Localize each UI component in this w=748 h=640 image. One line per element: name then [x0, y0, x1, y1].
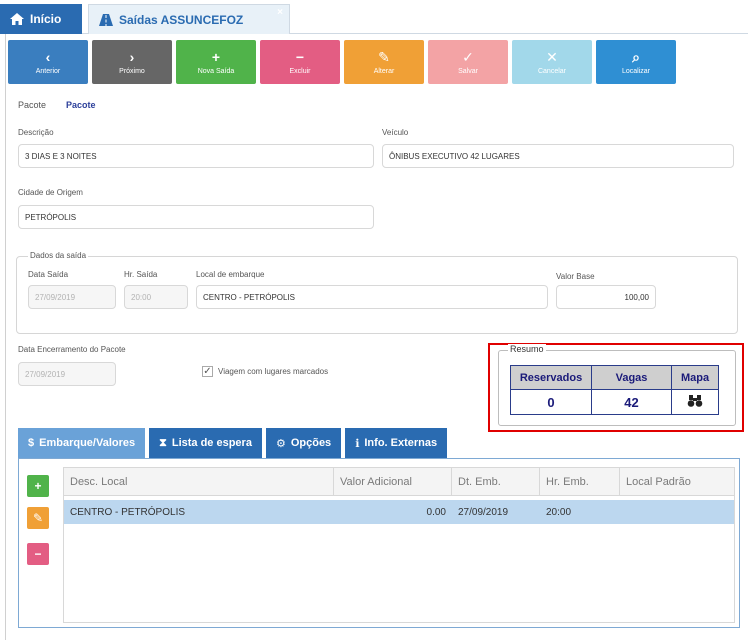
hr-saida-field[interactable]: 20:00: [124, 285, 188, 309]
cell-desc-local: CENTRO - PETRÓPOLIS: [70, 506, 186, 518]
toolbar: ‹ Anterior › Próximo + Nova Saída − Excluir ✎ Alt…: [8, 40, 680, 84]
embarque-panel: Desc. Local Valor Adicional Dt. Emb. Hr. Em…: [18, 458, 740, 628]
encerramento-label: Data Encerramento do Pacote: [18, 345, 126, 354]
local-embarque-field[interactable]: CENTRO - PETRÓPOLIS: [196, 285, 548, 309]
close-icon[interactable]: ×: [277, 7, 283, 18]
search-button[interactable]: ⌕ Localizar: [596, 40, 676, 84]
column-header-dt-emb[interactable]: Dt. Emb.: [452, 468, 540, 496]
new-departure-button[interactable]: + Nova Saída: [176, 40, 256, 84]
pacote-label: Pacote: [18, 100, 47, 110]
valor-base-label: Valor Base: [556, 272, 595, 281]
viagem-label: Viagem com lugares marcados: [218, 367, 329, 376]
info-icon: ℹ: [355, 437, 360, 450]
grid-header: Desc. Local Valor Adicional Dt. Emb. Hr. Em…: [64, 468, 734, 496]
edit-button-label: Alterar: [373, 67, 395, 75]
delete-row-button[interactable]: −: [27, 543, 49, 565]
resumo-reservados-value: 0: [510, 389, 592, 415]
close-icon: ✕: [546, 48, 558, 65]
cell-local-padrao: [620, 500, 736, 524]
embarque-grid: Desc. Local Valor Adicional Dt. Emb. Hr. Em…: [63, 467, 735, 623]
pacote-link[interactable]: Pacote: [66, 100, 96, 110]
home-icon: [10, 13, 24, 25]
edit-button[interactable]: ✎ Alterar: [344, 40, 424, 84]
tab-home[interactable]: Início: [0, 4, 82, 34]
cancel-button[interactable]: ✕ Cancelar: [512, 40, 592, 84]
cell-valor-adicional: 0.00: [426, 506, 446, 518]
resumo-header-reservados: Reservados: [510, 365, 592, 390]
previous-button[interactable]: ‹ Anterior: [8, 40, 88, 84]
delete-button[interactable]: − Excluir: [260, 40, 340, 84]
veiculo-label: Veículo: [382, 128, 409, 137]
valor-base-field[interactable]: 100,00: [556, 285, 656, 309]
new-departure-button-label: Nova Saída: [197, 67, 235, 75]
minus-icon: −: [34, 547, 42, 561]
descricao-field[interactable]: 3 DIAS E 3 NOITES: [18, 144, 374, 168]
tab-opcoes-label: Opções: [290, 437, 332, 449]
data-saida-field[interactable]: 27/09/2019: [28, 285, 116, 309]
minus-icon: −: [295, 48, 305, 65]
tab-opcoes[interactable]: ⚙ Opções: [265, 428, 342, 458]
resumo-legend: Resumo: [508, 344, 546, 354]
column-header-valor-adicional[interactable]: Valor Adicional: [334, 468, 452, 496]
edit-row-button[interactable]: ✎: [27, 507, 49, 529]
column-header-desc-local[interactable]: Desc. Local: [64, 468, 334, 496]
plus-icon: +: [34, 479, 42, 493]
search-button-label: Localizar: [621, 67, 650, 75]
dados-saida-legend: Dados da saída: [28, 251, 89, 260]
add-row-button[interactable]: +: [27, 475, 49, 497]
resumo-table: Reservados Vagas Mapa 0 42: [510, 365, 719, 415]
search-icon: ⌕: [632, 48, 640, 65]
table-row[interactable]: CENTRO - PETRÓPOLIS 0.00 27/09/2019 20:00: [64, 500, 734, 524]
check-icon: ✓: [462, 48, 474, 65]
edit-icon: ✎: [32, 511, 44, 525]
local-embarque-label: Local de embarque: [196, 270, 265, 279]
column-header-local-padrao[interactable]: Local Padrão: [620, 468, 736, 496]
plus-icon: +: [211, 48, 221, 65]
hourglass-icon: ⧗: [159, 436, 167, 449]
cidade-label: Cidade de Origem: [18, 188, 83, 197]
resumo-header-mapa: Mapa: [671, 365, 719, 390]
edit-icon: ✎: [378, 48, 390, 65]
mapa-cell[interactable]: [671, 389, 719, 415]
bottom-tabs: $ Embarque/Valores ⧗ Lista de espera ⚙ Opções…: [18, 428, 451, 458]
veiculo-field[interactable]: ÔNIBUS EXECUTIVO 42 LUGARES: [382, 144, 734, 168]
previous-button-label: Anterior: [35, 67, 61, 75]
cidade-field[interactable]: PETRÓPOLIS: [18, 205, 374, 229]
tab-saidas[interactable]: Saídas ASSUNCEFOZ ×: [88, 4, 290, 34]
resumo-vagas-value: 42: [591, 389, 672, 415]
data-saida-label: Data Saída: [28, 270, 69, 279]
descricao-label: Descrição: [18, 128, 54, 137]
next-button[interactable]: › Próximo: [92, 40, 172, 84]
save-button-label: Salvar: [458, 67, 478, 75]
dollar-icon: $: [28, 437, 35, 449]
gear-icon: ⚙: [275, 437, 286, 450]
hr-saida-label: Hr. Saída: [124, 270, 158, 279]
cell-dt-emb: 27/09/2019: [458, 506, 509, 518]
delete-button-label: Excluir: [289, 67, 311, 75]
top-tab-bar: Início Saídas ASSUNCEFOZ ×: [0, 0, 748, 34]
column-header-hr-emb[interactable]: Hr. Emb.: [540, 468, 620, 496]
cancel-button-label: Cancelar: [537, 67, 566, 75]
viagem-checkbox[interactable]: ✓: [202, 366, 213, 377]
binoculars-icon[interactable]: [687, 394, 703, 407]
tab-saidas-label: Saídas ASSUNCEFOZ: [119, 12, 244, 27]
tab-home-label: Início: [30, 12, 62, 26]
tab-info-externas[interactable]: ℹ Info. Externas: [345, 428, 448, 458]
cell-hr-emb: 20:00: [546, 506, 572, 518]
tab-lista-espera-label: Lista de espera: [171, 437, 252, 449]
road-icon: [99, 13, 113, 26]
tab-info-externas-label: Info. Externas: [364, 437, 438, 449]
tab-lista-espera[interactable]: ⧗ Lista de espera: [149, 428, 262, 458]
resumo-header-vagas: Vagas: [591, 365, 672, 390]
encerramento-field[interactable]: 27/09/2019: [18, 362, 116, 386]
tab-embarque-valores-label: Embarque/Valores: [39, 437, 136, 449]
chevron-left-icon: ‹: [45, 48, 51, 65]
next-button-label: Próximo: [119, 67, 145, 75]
save-button[interactable]: ✓ Salvar: [428, 40, 508, 84]
chevron-right-icon: ›: [129, 48, 135, 65]
tab-embarque-valores[interactable]: $ Embarque/Valores: [18, 428, 146, 458]
